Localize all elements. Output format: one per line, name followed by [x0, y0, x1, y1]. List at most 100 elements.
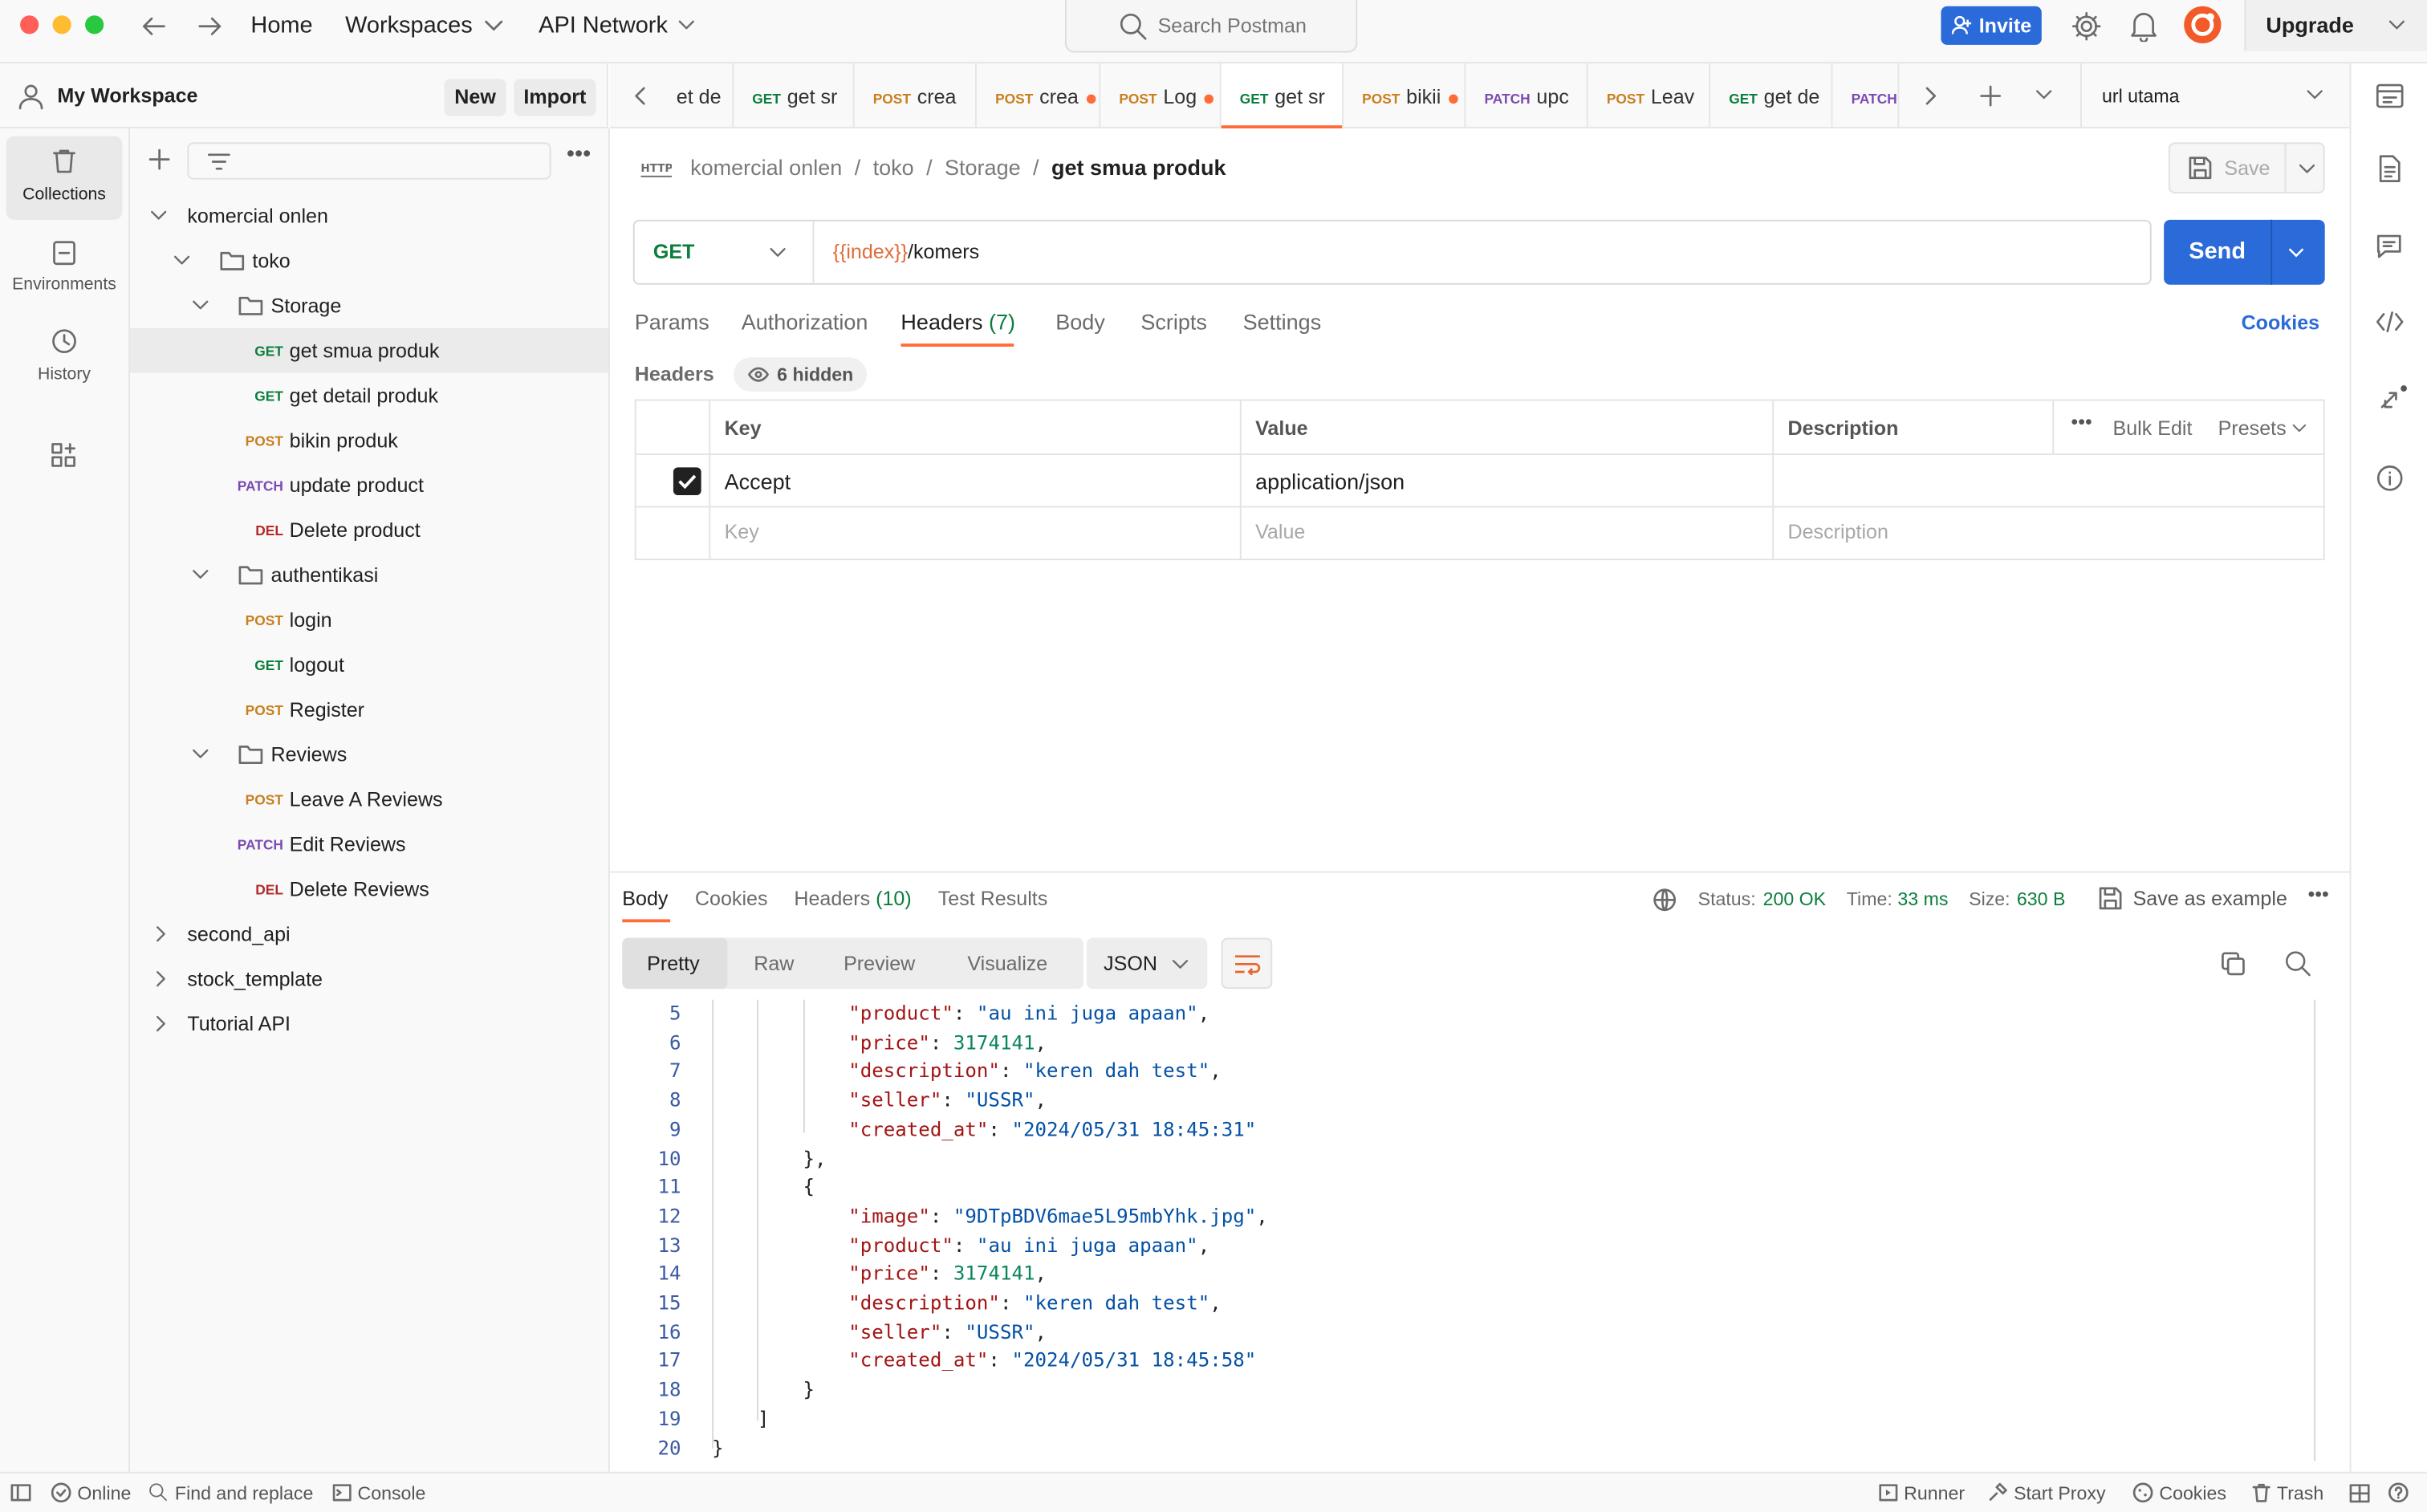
request-item[interactable]: DEL Delete Reviews: [130, 867, 608, 912]
bulk-edit-button[interactable]: Bulk Edit: [2112, 417, 2192, 440]
method-selector[interactable]: GET: [635, 221, 815, 283]
back-arrow-icon[interactable]: [140, 14, 168, 39]
response-tab-cookies[interactable]: Cookies: [695, 887, 768, 910]
save-as-example-button[interactable]: Save as example: [2133, 887, 2287, 910]
request-item[interactable]: POST bikin produk: [130, 418, 608, 463]
chevron-down-icon[interactable]: [150, 210, 167, 221]
collection-item[interactable]: stock_template: [130, 957, 608, 1002]
rail-item-environments[interactable]: Environments: [6, 227, 123, 311]
view-raw[interactable]: Raw: [754, 952, 794, 975]
layout-grid-icon[interactable]: [2349, 1484, 2370, 1503]
maximize-window-button[interactable]: [85, 15, 104, 35]
response-tab-test-results[interactable]: Test Results: [938, 887, 1048, 910]
response-body-code[interactable]: 5 "product": "au ini juga apaan", 6 "price"…: [610, 999, 2328, 1464]
collection-item[interactable]: second_api: [130, 912, 608, 957]
request-item[interactable]: GET get detail produk: [130, 373, 608, 418]
more-options-icon[interactable]: •••: [2071, 412, 2092, 432]
chevron-right-icon[interactable]: [155, 925, 165, 942]
request-item[interactable]: PATCH update product: [130, 463, 608, 508]
forward-arrow-icon[interactable]: [197, 14, 225, 39]
chevron-down-icon[interactable]: [2388, 20, 2405, 30]
folder-reviews[interactable]: Reviews: [130, 732, 608, 777]
more-options-icon[interactable]: •••: [2307, 884, 2328, 904]
copy-icon[interactable]: [2221, 952, 2246, 977]
wrap-lines-button[interactable]: [1221, 937, 1273, 990]
request-item[interactable]: POST Leave A Reviews: [130, 777, 608, 822]
tab-body[interactable]: Body: [1055, 310, 1105, 335]
tab-authorization[interactable]: Authorization: [742, 310, 868, 335]
info-icon[interactable]: [2376, 464, 2404, 492]
api-network-menu[interactable]: API Network: [539, 12, 668, 39]
import-button[interactable]: Import: [514, 79, 596, 116]
configure-workbench-icon[interactable]: [51, 442, 76, 467]
workspaces-menu[interactable]: Workspaces: [345, 12, 473, 39]
request-tab[interactable]: POST crea: [977, 63, 1101, 129]
tabs-dropdown-chevron-icon[interactable]: [2035, 90, 2052, 100]
cookies-link[interactable]: Cookies: [2242, 311, 2320, 335]
save-options-chevron-icon[interactable]: [2299, 164, 2315, 174]
status-value[interactable]: 200 OK: [1763, 888, 1826, 910]
size-value[interactable]: 630 B: [2017, 888, 2065, 910]
search-icon[interactable]: [2285, 950, 2311, 977]
environment-quicklook-icon[interactable]: [2376, 83, 2404, 108]
request-tab[interactable]: GET get de: [1710, 63, 1833, 129]
start-proxy-button[interactable]: Start Proxy: [2014, 1482, 2105, 1504]
online-status[interactable]: Online: [77, 1482, 131, 1504]
header-key-cell[interactable]: Accept: [725, 469, 791, 494]
chevron-down-icon[interactable]: [173, 255, 190, 266]
tab-settings[interactable]: Settings: [1243, 310, 1322, 335]
chevron-down-icon[interactable]: [192, 570, 209, 580]
chevron-right-icon[interactable]: [1924, 87, 1937, 105]
comments-icon[interactable]: [2376, 234, 2402, 258]
new-key-input[interactable]: Key: [725, 520, 759, 543]
chevron-right-icon[interactable]: [155, 1015, 165, 1032]
invite-button[interactable]: Invite: [1941, 6, 2042, 45]
folder-toko[interactable]: toko: [130, 238, 608, 283]
user-avatar[interactable]: [2182, 5, 2222, 45]
tab-scripts[interactable]: Scripts: [1140, 310, 1207, 335]
request-item[interactable]: POST Register: [130, 687, 608, 732]
rail-item-history[interactable]: History: [6, 317, 123, 400]
response-tab-headers[interactable]: Headers (10): [794, 887, 911, 910]
related-collections-icon[interactable]: [2377, 384, 2409, 415]
cookies-button[interactable]: Cookies: [2159, 1482, 2226, 1504]
time-value[interactable]: 33 ms: [1897, 888, 1948, 910]
runner-button[interactable]: Runner: [1904, 1482, 1965, 1504]
settings-gear-icon[interactable]: [2071, 10, 2102, 42]
workspace-name[interactable]: My Workspace: [57, 83, 197, 107]
request-item[interactable]: DEL Delete product: [130, 507, 608, 552]
request-tab[interactable]: POST Log: [1100, 63, 1222, 129]
more-options-icon[interactable]: •••: [567, 142, 591, 165]
response-tab-body[interactable]: Body: [622, 887, 668, 910]
folder-authentikasi[interactable]: authentikasi: [130, 552, 608, 597]
new-button[interactable]: New: [444, 79, 506, 116]
find-replace-button[interactable]: Find and replace: [175, 1482, 313, 1504]
minimize-window-button[interactable]: [52, 15, 71, 35]
network-globe-icon[interactable]: [1653, 888, 1677, 912]
view-preview[interactable]: Preview: [844, 952, 915, 975]
save-button[interactable]: Save: [2224, 156, 2270, 180]
code-snippet-icon[interactable]: [2376, 311, 2404, 333]
send-options-chevron-icon[interactable]: [2287, 248, 2304, 258]
request-tab[interactable]: et de: [661, 63, 734, 129]
new-tab-plus-icon[interactable]: [1980, 85, 2002, 107]
add-collection-icon[interactable]: [148, 148, 170, 170]
request-tab[interactable]: POST bikii: [1344, 63, 1466, 129]
presets-dropdown[interactable]: Presets: [2218, 417, 2287, 440]
request-tab[interactable]: GET get sr: [734, 63, 855, 129]
help-icon[interactable]: [2388, 1482, 2409, 1503]
new-description-input[interactable]: Description: [1787, 520, 1888, 543]
console-button[interactable]: Console: [357, 1482, 425, 1504]
upgrade-button[interactable]: Upgrade: [2244, 0, 2427, 51]
chevron-down-icon[interactable]: [192, 300, 209, 311]
collection-komercial-onlen[interactable]: komercial onlen: [130, 193, 608, 238]
request-tab[interactable]: PATCH upc: [1466, 63, 1588, 129]
url-input[interactable]: {{index}} /komers: [833, 240, 980, 263]
format-selector[interactable]: JSON: [1086, 937, 1208, 990]
search-box[interactable]: Search Postman: [1064, 0, 1358, 53]
collections-filter-input[interactable]: [187, 142, 551, 180]
header-enabled-checkbox[interactable]: [673, 467, 701, 496]
chevron-down-icon[interactable]: [192, 749, 209, 759]
request-item[interactable]: PATCH Edit Reviews: [130, 822, 608, 867]
breadcrumb-folder[interactable]: toko: [873, 155, 914, 180]
